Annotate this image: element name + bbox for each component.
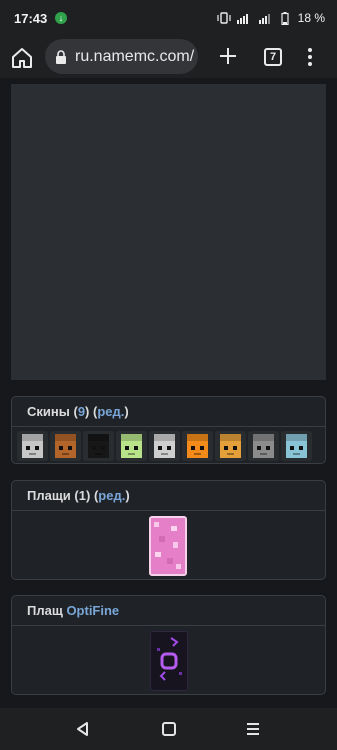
skin-thumbnail[interactable]: [149, 431, 180, 461]
status-bar: 17:43 ↓ 18 %: [0, 0, 337, 38]
pink-cape-thumbnail[interactable]: [149, 516, 187, 576]
skin-thumbnail[interactable]: [116, 431, 147, 461]
skins-label: Скины: [27, 404, 70, 419]
back-icon[interactable]: [75, 721, 91, 737]
address-bar[interactable]: ru.namemc.com/: [45, 39, 198, 74]
skins-card: Скины (9) (ред.): [11, 396, 326, 464]
skin-thumbnail[interactable]: [182, 431, 213, 461]
recent-apps-icon[interactable]: [246, 722, 260, 736]
notification-icon: ↓: [55, 12, 67, 24]
lock-icon[interactable]: [55, 50, 67, 64]
capes-card-header: Плащи (1) (ред.): [12, 481, 325, 511]
skin-3d-viewer[interactable]: [11, 84, 326, 380]
skin-thumbnail[interactable]: [17, 431, 48, 461]
battery-percent: 18 %: [297, 11, 325, 25]
status-time: 17:43: [14, 11, 48, 26]
skins-row: [17, 431, 312, 461]
url-text[interactable]: ru.namemc.com/: [75, 48, 194, 66]
battery-icon: [281, 11, 289, 25]
capes-count: (1): [74, 488, 91, 503]
skin-thumbnail[interactable]: [50, 431, 81, 461]
optifine-label: Плащ: [27, 603, 63, 618]
skin-thumbnail[interactable]: [83, 431, 114, 461]
tab-switcher-button[interactable]: 7: [264, 48, 282, 66]
skins-count-link[interactable]: 9: [78, 404, 85, 419]
signal-icon: [237, 14, 248, 24]
capes-label: Плащи: [27, 488, 71, 503]
skin-thumbnail[interactable]: [281, 431, 312, 461]
optifine-cape-card: Плащ OptiFine: [11, 595, 326, 695]
more-menu-icon[interactable]: [302, 46, 318, 68]
skins-edit-link[interactable]: ред.: [97, 404, 124, 419]
status-icons: [217, 11, 289, 25]
capes-card: Плащи (1) (ред.): [11, 480, 326, 580]
new-tab-icon[interactable]: [216, 44, 240, 68]
system-nav-bar: [0, 708, 337, 750]
skin-thumbnail[interactable]: [248, 431, 279, 461]
signal-icon-2: [259, 14, 270, 24]
optifine-cape-thumbnail[interactable]: [150, 631, 188, 691]
skin-thumbnail[interactable]: [215, 431, 246, 461]
browser-toolbar: ru.namemc.com/ 7: [0, 38, 337, 78]
page-content: Скины (9) (ред.) Плащи (1) (ред.) Плащ O…: [0, 78, 337, 708]
home-icon[interactable]: [10, 46, 34, 70]
vibrate-icon: [217, 12, 231, 24]
home-nav-icon[interactable]: [162, 722, 176, 736]
capes-edit-link[interactable]: ред.: [98, 488, 125, 503]
optifine-link[interactable]: OptiFine: [66, 603, 119, 618]
optifine-card-header: Плащ OptiFine: [12, 596, 325, 626]
skins-card-header: Скины (9) (ред.): [12, 397, 325, 427]
